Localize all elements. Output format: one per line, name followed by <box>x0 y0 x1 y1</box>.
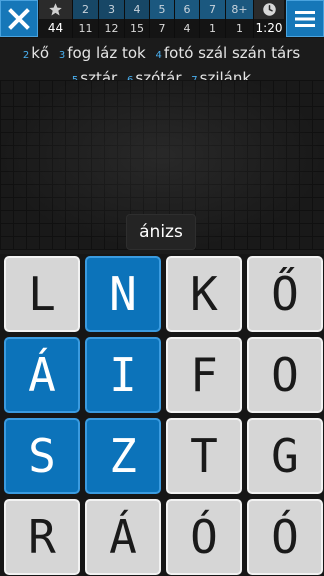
letter-tile[interactable]: Ó <box>247 499 323 575</box>
stat-value: 11 <box>78 22 93 35</box>
top-bar: 44 2 11 3 12 4 15 5 7 6 4 7 1 8+ 1 1:20 <box>0 0 324 38</box>
stat-len-4: 4 15 <box>125 0 149 38</box>
letter-tile[interactable]: K <box>166 256 242 332</box>
stat-len-7: 7 1 <box>200 0 225 38</box>
found-words: fotó szál szán társ <box>163 44 301 62</box>
found-words-line: 2 kő 3 fog láz tok 4 fotó szál szán társ <box>0 42 324 67</box>
stat-len-6: 6 4 <box>175 0 199 38</box>
letter-tile[interactable]: F <box>166 337 242 413</box>
stat-score: 44 <box>39 0 72 38</box>
letter-tile-selected[interactable]: I <box>85 337 161 413</box>
word-length-label: 2 <box>22 50 30 61</box>
letter-tile-selected[interactable]: Z <box>85 418 161 494</box>
letter-board: L N K Ő Á I F O S Z T G R Á Ó Ó <box>0 254 324 576</box>
stat-header: 2 <box>73 0 98 19</box>
found-words: kő <box>31 44 50 62</box>
stat-value: 7 <box>158 22 166 35</box>
hamburger-menu-icon <box>295 10 315 27</box>
close-button[interactable] <box>0 0 38 37</box>
letter-tile[interactable]: O <box>247 337 323 413</box>
stat-header: 7 <box>200 0 225 19</box>
found-words: fog láz tok <box>67 44 146 62</box>
stat-value: 1 <box>236 22 243 35</box>
letter-tile[interactable]: L <box>4 256 80 332</box>
letter-tile-selected[interactable]: N <box>85 256 161 332</box>
stat-value: 1 <box>209 22 216 35</box>
stat-header: 4 <box>125 0 149 19</box>
letter-tile[interactable]: Ő <box>247 256 323 332</box>
stat-value: 12 <box>104 22 119 35</box>
stat-time: 1:20 <box>254 0 284 38</box>
letter-tile[interactable]: G <box>247 418 323 494</box>
stat-header: 5 <box>150 0 174 19</box>
letter-tile-selected[interactable]: Á <box>4 337 80 413</box>
letter-tile[interactable]: R <box>4 499 80 575</box>
letter-tile[interactable]: T <box>166 418 242 494</box>
letter-tile[interactable]: Ó <box>166 499 242 575</box>
timer-value: 1:20 <box>255 21 283 35</box>
menu-button[interactable] <box>286 0 324 37</box>
stat-header: 6 <box>175 0 199 19</box>
stat-len-3: 3 12 <box>99 0 124 38</box>
letter-tile[interactable]: Á <box>85 499 161 575</box>
stat-header: 3 <box>99 0 124 19</box>
stat-value: 15 <box>130 22 144 35</box>
stat-len-8plus: 8+ 1 <box>226 0 253 38</box>
current-word-display: ánizs <box>127 215 195 249</box>
star-icon <box>39 0 72 19</box>
clock-icon <box>254 0 284 19</box>
word-length-label: 4 <box>155 50 162 61</box>
score-value: 44 <box>47 21 64 35</box>
stat-len-5: 5 7 <box>150 0 174 38</box>
word-length-label: 3 <box>58 50 66 61</box>
close-icon <box>8 7 30 30</box>
stat-value: 4 <box>183 22 191 35</box>
stat-len-2: 2 11 <box>73 0 98 38</box>
stat-header: 8+ <box>226 0 253 19</box>
letter-tile-selected[interactable]: S <box>4 418 80 494</box>
